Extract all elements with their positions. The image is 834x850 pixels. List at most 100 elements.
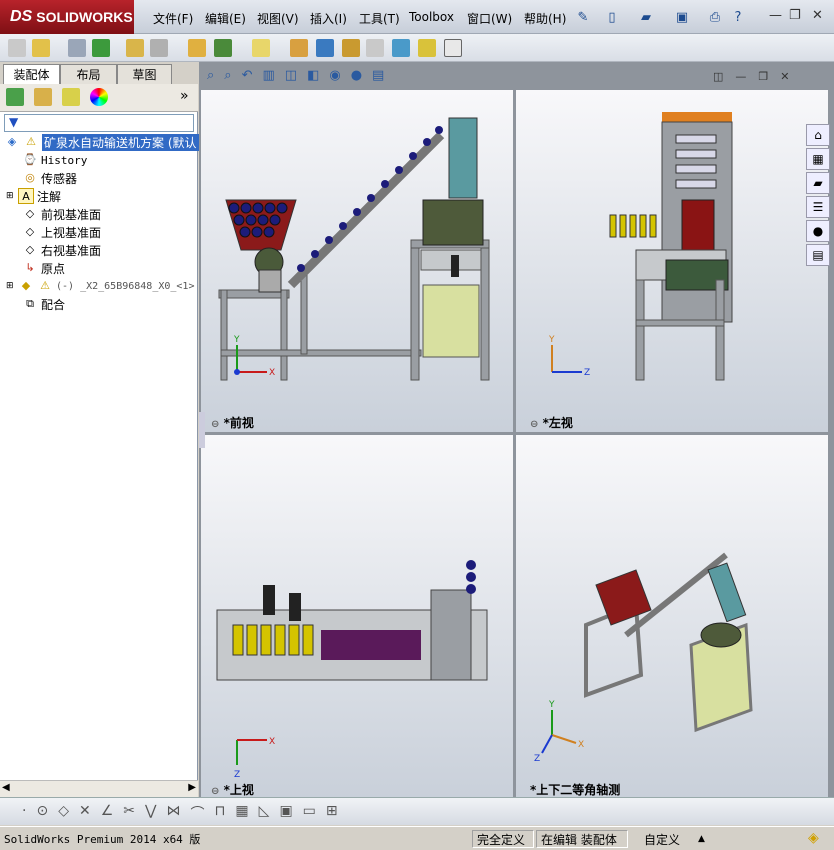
view-pane-front[interactable]: Y X ⊖ *前视 [201, 90, 513, 432]
tree-item-right-plane[interactable]: ◇ 右视基准面 [22, 241, 101, 259]
feature-tree-icon[interactable] [6, 88, 24, 106]
section-view-icon[interactable]: ▥ [262, 68, 274, 83]
offset-icon[interactable]: ⋁ [145, 803, 156, 823]
trim-icon[interactable]: ✂ [123, 803, 135, 823]
save-icon[interactable]: ▣ [673, 8, 691, 26]
tree-root[interactable]: ◈ ⚠ 矿泉水自动输送机方案 (默认 [4, 133, 199, 151]
tab-sketch[interactable]: 草图 [117, 64, 172, 84]
zoom-fit-icon[interactable]: ⌕ [207, 68, 214, 83]
zoom-area-icon[interactable]: ⌕ [224, 68, 231, 83]
line-icon[interactable]: ✕ [79, 803, 91, 823]
move-component-icon[interactable] [126, 39, 144, 57]
polygon-icon[interactable]: ◇ [58, 803, 69, 823]
minimize-viewport-icon[interactable]: — [735, 70, 746, 83]
mate-toolbar-icon[interactable] [32, 39, 50, 57]
appearances-icon[interactable]: ● [806, 220, 830, 242]
scene-icon[interactable]: ▤ [372, 68, 384, 83]
view-cube-icon[interactable]: ▣ [279, 803, 292, 823]
point-icon[interactable]: · [22, 803, 26, 823]
pane-collapse-handle[interactable] [199, 412, 205, 448]
clearance-icon[interactable] [392, 39, 410, 57]
print-icon[interactable]: ⎙ [706, 8, 724, 26]
fillet-icon[interactable]: ⌒ [190, 803, 204, 823]
solidworks-logo[interactable]: DS SOLIDWORKS [0, 0, 134, 34]
assembly-features-icon[interactable] [188, 39, 206, 57]
custom-properties-icon[interactable]: ▤ [806, 244, 830, 266]
tree-item-history[interactable]: ⌚ History [22, 151, 87, 169]
smart-fasteners-icon[interactable] [92, 39, 110, 57]
rect-icon[interactable]: ⊓ [214, 803, 225, 823]
home-icon[interactable]: ⌂ [806, 124, 830, 146]
help-icon[interactable]: ? [729, 8, 747, 26]
tab-assembly[interactable]: 装配体 [3, 64, 60, 84]
expand-plus-icon[interactable]: ⊞ [6, 191, 18, 201]
close-viewport-icon[interactable]: ✕ [780, 70, 789, 83]
scroll-left-icon[interactable]: ◀ [2, 782, 10, 793]
tree-item-front-plane[interactable]: ◇ 前视基准面 [22, 205, 101, 223]
menu-help[interactable]: 帮助(H) [524, 10, 566, 27]
split-view-icon[interactable]: ◫ [713, 70, 723, 83]
menu-tools[interactable]: 工具(T) [359, 10, 400, 27]
view-pane-top[interactable]: X Z ⊖ *上视 [201, 435, 513, 797]
explode-line-icon[interactable] [342, 39, 360, 57]
filter-field[interactable]: ▼ [4, 114, 194, 132]
insert-component-icon[interactable] [8, 39, 26, 57]
view-palette-icon[interactable]: ☰ [806, 196, 830, 218]
menu-file[interactable]: 文件(F) [153, 10, 193, 27]
restore-icon[interactable]: ❐ [789, 8, 801, 23]
window-single-icon[interactable]: ▭ [303, 803, 316, 823]
instant3d-icon[interactable] [444, 39, 462, 57]
tab-layout[interactable]: 布局 [60, 64, 117, 84]
expand-plus-icon[interactable]: ⊞ [6, 281, 18, 291]
configuration-manager-icon[interactable] [62, 88, 80, 106]
window-four-icon[interactable]: ⊞ [326, 803, 338, 823]
minimize-icon[interactable]: — [769, 8, 782, 23]
hole-alignment-icon[interactable] [418, 39, 436, 57]
pin-icon[interactable]: ✎ [574, 8, 592, 26]
restore-viewport-icon[interactable]: ❐ [758, 70, 768, 83]
menu-edit[interactable]: 编辑(E) [205, 10, 246, 27]
interference-icon[interactable] [366, 39, 384, 57]
view-pane-isometric[interactable]: Y X Z *上下二等角轴测 [516, 435, 828, 797]
menu-view[interactable]: 视图(V) [257, 10, 299, 27]
menu-insert[interactable]: 插入(I) [310, 10, 347, 27]
show-hidden-icon[interactable] [150, 39, 168, 57]
triangle-icon[interactable]: ◺ [259, 803, 270, 823]
appearance-icon[interactable]: ● [351, 68, 362, 83]
units-status[interactable]: 自定义 ▲ [640, 830, 740, 848]
hide-show-icon[interactable]: ◉ [329, 68, 340, 83]
reference-geometry-icon[interactable] [214, 39, 232, 57]
view-orientation-icon[interactable]: ◫ [285, 68, 297, 83]
display-manager-icon[interactable] [90, 88, 108, 106]
view-pane-left[interactable]: Y Z ⊖ *左视 [516, 90, 828, 432]
file-explorer-icon[interactable]: ▰ [806, 172, 830, 194]
previous-view-icon[interactable]: ↶ [242, 68, 253, 83]
exploded-view-icon[interactable] [316, 39, 334, 57]
tree-item-annotations[interactable]: ⊞ A 注解 [6, 187, 61, 205]
linear-pattern-icon[interactable] [68, 39, 86, 57]
tree-item-origin[interactable]: ↳ 原点 [22, 259, 65, 277]
menu-window[interactable]: 窗口(W) [467, 10, 512, 27]
expand-icon[interactable]: » [180, 88, 189, 104]
tree-item-part[interactable]: ⊞ ◆ ⚠ (-) _X2_65B96848_X0_<1> [6, 277, 194, 295]
tree-item-mates[interactable]: ⧉ 配合 [22, 295, 65, 313]
new-motion-study-icon[interactable] [252, 39, 270, 57]
new-document-icon[interactable]: ▯ [603, 8, 621, 26]
horizontal-scrollbar[interactable]: ◀ ▶ [0, 780, 198, 797]
circle-icon[interactable]: ⊙ [36, 803, 48, 823]
tag-icon[interactable]: ◈ [808, 830, 819, 846]
open-folder-icon[interactable]: ▰ [637, 8, 655, 26]
property-manager-icon[interactable] [34, 88, 52, 106]
tree-item-sensors[interactable]: ◎ 传感器 [22, 169, 77, 187]
display-style-icon[interactable]: ◧ [307, 68, 319, 83]
graphics-area[interactable]: ⌕ ⌕ ↶ ▥ ◫ ◧ ◉ ● ▤ ◫ — ❐ ✕ Y X ⊖ *前视 Y Z … [199, 62, 834, 797]
scroll-right-icon[interactable]: ▶ [188, 782, 196, 793]
mirror-icon[interactable]: ⋈ [166, 803, 180, 823]
close-icon[interactable]: ✕ [812, 8, 823, 23]
design-library-icon[interactable]: ▦ [806, 148, 830, 170]
angle-icon[interactable]: ∠ [101, 803, 114, 823]
bill-of-materials-icon[interactable] [290, 39, 308, 57]
menu-toolbox[interactable]: Toolbox [409, 10, 454, 24]
tree-item-top-plane[interactable]: ◇ 上视基准面 [22, 223, 101, 241]
grid-icon[interactable]: ▦ [235, 803, 248, 823]
